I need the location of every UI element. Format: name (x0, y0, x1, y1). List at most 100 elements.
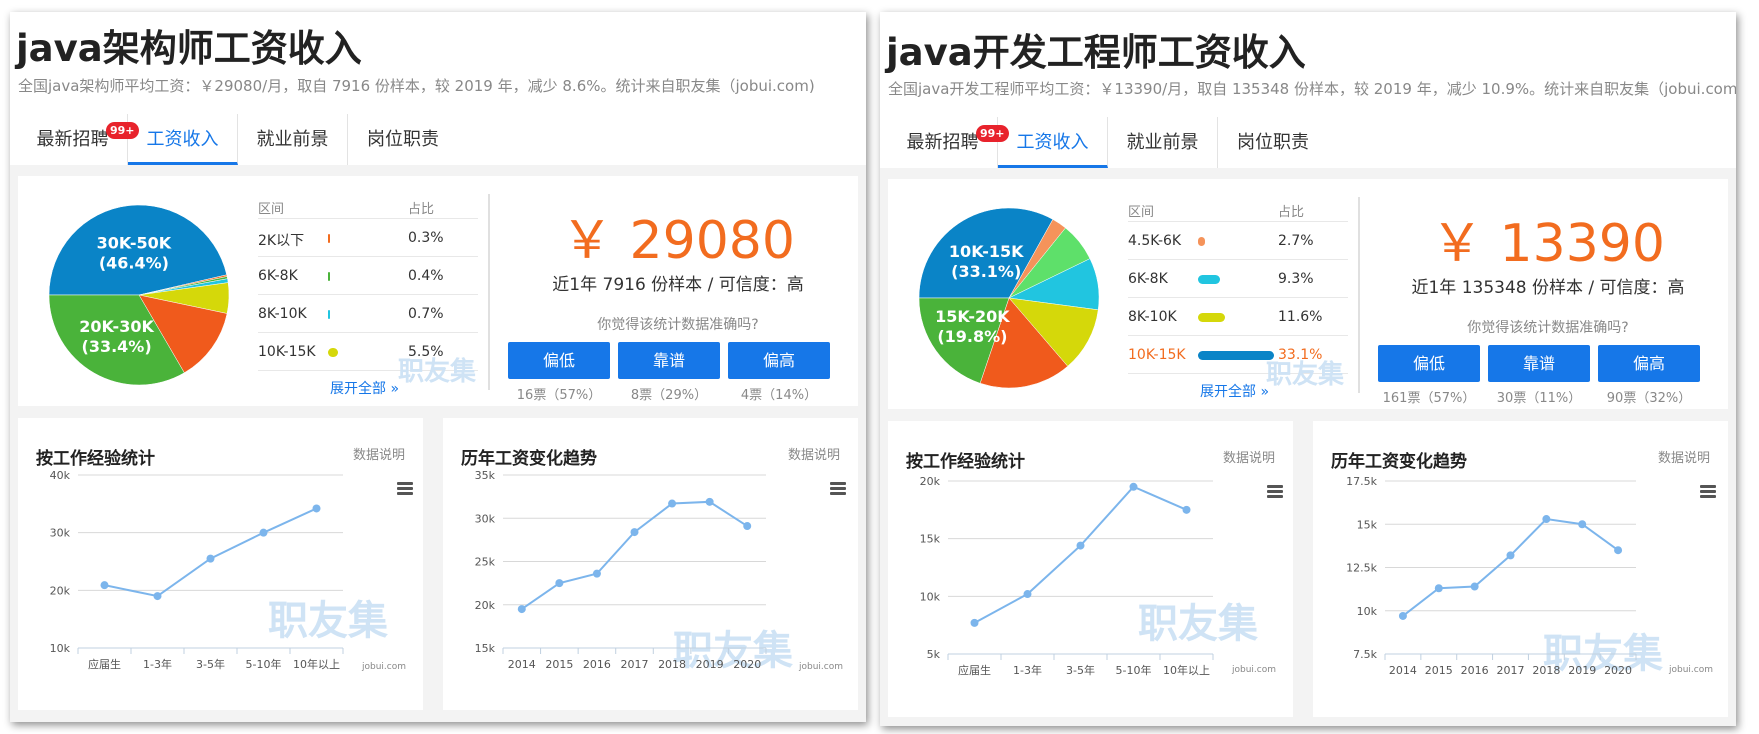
table-row: 6K-8K 0.4% (258, 257, 478, 295)
range-label: 8K-10K (1128, 309, 1177, 325)
vote-high-button[interactable]: 偏高 (728, 342, 830, 379)
x-tick-label: 5-10年 (1116, 663, 1152, 677)
x-tick-label: 2019 (1568, 664, 1596, 677)
expand-all-link[interactable]: 展开全部 » (330, 378, 399, 398)
tab-prospects[interactable]: 就业前景 (1108, 117, 1218, 168)
page-title: java架构师工资收入 (16, 27, 362, 70)
pie-slice-percent: (33.4%) (82, 337, 152, 356)
data-point (668, 499, 677, 508)
share-value: 9.3% (1278, 271, 1314, 287)
expand-all-link[interactable]: 展开全部 » (1200, 381, 1269, 401)
y-tick-label: 40k (50, 469, 71, 482)
sample-summary: 近1年 135348 份样本 / 可信度：高 (1411, 278, 1685, 298)
pie-slice-label: 10K-15K (949, 242, 1024, 261)
column-header-share: 占比 (1278, 205, 1305, 220)
data-point (206, 554, 215, 563)
table-row: 8K-10K 11.6% (1128, 298, 1348, 336)
range-label: 6K-8K (258, 268, 298, 284)
share-bar (328, 348, 338, 357)
data-point (153, 592, 162, 601)
vote-low-button[interactable]: 偏低 (1378, 345, 1480, 382)
x-tick-label: 3-5年 (1066, 663, 1095, 677)
y-tick-label: 15k (920, 533, 941, 546)
pie-slice-label: 30K-50K (97, 233, 172, 252)
column-header-range: 区间 (1128, 205, 1155, 220)
data-point (1076, 541, 1085, 550)
tab-salary[interactable]: 工资收入 (128, 114, 238, 165)
tab-duties[interactable]: 岗位职责 (1218, 117, 1328, 168)
data-point (743, 522, 752, 531)
share-bar (328, 272, 330, 281)
y-tick-label: 20k (50, 584, 71, 597)
y-tick-label: 30k (50, 527, 71, 540)
average-salary: ￥ 29080 (561, 211, 795, 271)
vote-accurate-button[interactable]: 靠谱 (1488, 345, 1590, 382)
vertical-divider (1358, 197, 1360, 393)
page-subtitle: 全国java开发工程师平均工资：￥13390/月，取自 135348 份样本，较… (888, 80, 1736, 98)
range-label: 10K-15K (1128, 347, 1186, 363)
tab-label: 就业前景 (256, 129, 329, 150)
experience-chart-card: 按工作经验统计 数据说明 职友集 10k 20k 30k 40k 应届生 1-3年 3-5年… (18, 418, 423, 710)
accuracy-question: 你觉得该统计数据准确吗? (597, 317, 759, 333)
data-point (1398, 611, 1407, 620)
tab-duties[interactable]: 岗位职责 (348, 114, 458, 165)
range-label: 4.5K-6K (1128, 233, 1182, 249)
range-label: 2K以下 (258, 233, 305, 249)
vote-count: 90票（32%） (1606, 391, 1692, 406)
x-tick-label: 2018 (658, 658, 686, 671)
data-point (705, 497, 714, 506)
x-tick-label: 2020 (1604, 664, 1632, 677)
vote-high-button[interactable]: 偏高 (1598, 345, 1700, 382)
x-tick-label: 2017 (621, 658, 649, 671)
tab-salary[interactable]: 工资收入 (998, 117, 1108, 168)
x-tick-label: 3-5年 (196, 657, 225, 671)
data-point (1182, 505, 1191, 514)
data-point (1434, 584, 1443, 593)
experience-chart-card: 按工作经验统计 数据说明 职友集 5k 10k 15k 20k 应届生 1-3年 3-5年 5… (888, 421, 1293, 717)
x-tick-label: 应届生 (958, 663, 991, 677)
pie-slice-percent: (19.8%) (937, 327, 1007, 346)
share-bar (328, 234, 330, 243)
vote-count: 8票（29%） (630, 388, 708, 403)
data-point (592, 569, 601, 578)
data-point (555, 579, 564, 588)
x-tick-label: 2014 (508, 658, 536, 671)
x-tick-label: 10年以上 (1163, 663, 1210, 677)
vote-low-button[interactable]: 偏低 (508, 342, 610, 379)
table-row: 4.5K-6K 2.7% (1128, 222, 1348, 260)
pie-slice-label: 20K-30K (79, 317, 154, 336)
sample-summary: 近1年 7916 份样本 / 可信度：高 (552, 275, 804, 295)
data-point (1542, 515, 1551, 524)
y-tick-label: 12.5k (1346, 562, 1377, 575)
share-value: 0.3% (408, 230, 444, 246)
data-point (259, 528, 268, 537)
trend-line-chart: 7.5k 10k 12.5k 15k 17.5k 2014 2015 2016 2017 2018… (1346, 475, 1637, 677)
range-label: 8K-10K (258, 306, 307, 322)
panel-header: java架构师工资收入 全国java架构师平均工资：￥29080/月，取自 79… (10, 12, 866, 165)
trend-line-chart: 15k 20k 25k 30k 35k 2014 2015 2016 2017 2018 2019 2… (475, 469, 767, 671)
watermark: 职友集 (398, 357, 477, 387)
vote-accurate-button[interactable]: 靠谱 (618, 342, 720, 379)
trend-chart-card: 历年工资变化趋势 数据说明 职友集 15k 20k 25k 30k 35k 2014 201… (443, 418, 858, 710)
distribution-card: 30K-50K (46.4%) 20K-30K (33.4%) 区间 占比 2K以下 … (18, 176, 858, 406)
data-point (1506, 551, 1515, 560)
tab-label: 岗位职责 (367, 129, 439, 150)
share-value: 11.6% (1278, 309, 1323, 325)
x-tick-label: 5-10年 (246, 657, 282, 671)
x-tick-label: 2016 (583, 658, 611, 671)
x-tick-label: 2014 (1389, 664, 1417, 677)
tab-label: 就业前景 (1126, 132, 1199, 153)
y-tick-label: 25k (475, 556, 496, 569)
x-tick-label: 2015 (1425, 664, 1453, 677)
y-tick-label: 10k (920, 590, 941, 603)
salary-pie-chart: 30K-50K(46.4%) 20K-30K(33.4%) (48, 204, 230, 386)
pie-slice-percent: (46.4%) (99, 253, 169, 272)
share-value: 0.4% (408, 268, 444, 284)
y-tick-label: 7.5k (1353, 648, 1377, 661)
data-point (100, 581, 109, 590)
tab-prospects[interactable]: 就业前景 (238, 114, 348, 165)
column-header-share: 占比 (408, 202, 435, 217)
chart-credit: jobui.com (1232, 665, 1277, 675)
chart-credit: jobui.com (1669, 665, 1714, 675)
vote-count: 16票（57%） (516, 388, 602, 403)
